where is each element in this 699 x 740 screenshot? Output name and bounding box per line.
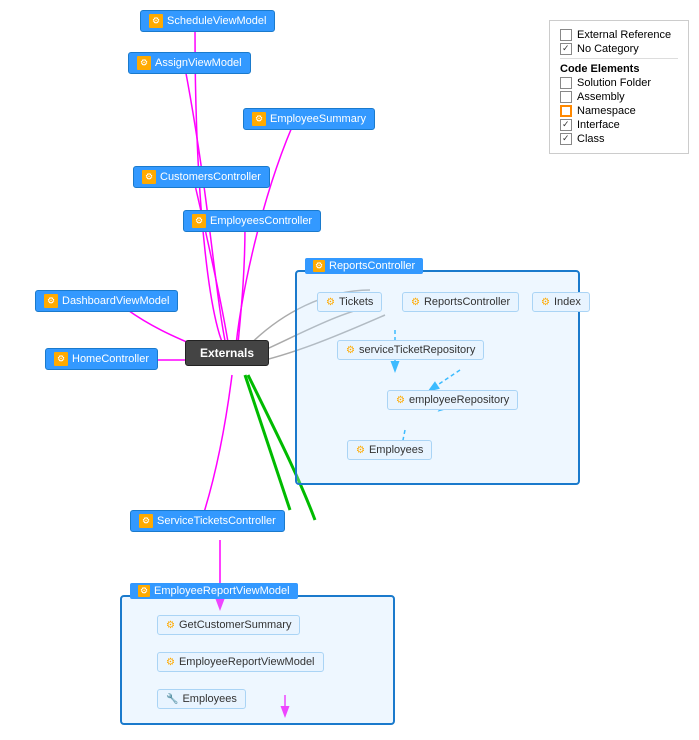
- employee-report-icon: [138, 585, 150, 597]
- assign-view-model-label: AssignViewModel: [155, 57, 242, 69]
- employee-report-view-model-item[interactable]: ⚙ EmployeeReportViewModel: [157, 652, 324, 672]
- external-ref-checkbox[interactable]: [560, 29, 572, 41]
- reports-controller-item-icon: ⚙: [411, 297, 420, 308]
- service-tickets-controller-label: ServiceTicketsController: [157, 515, 276, 527]
- customers-controller-label: CustomersController: [160, 171, 261, 183]
- legend-panel: External Reference No Category Code Elem…: [549, 20, 689, 154]
- legend-assembly: Assembly: [560, 91, 678, 103]
- legend-no-category: No Category: [560, 43, 678, 55]
- legend-solution-folder: Solution Folder: [560, 77, 678, 89]
- legend-external-ref: External Reference: [560, 29, 678, 41]
- employees-item[interactable]: 🔧 Employees: [157, 689, 246, 709]
- legend-interface: Interface: [560, 119, 678, 131]
- reports-tickets-item[interactable]: ⚙ Tickets: [317, 292, 382, 312]
- employee-repo-icon: ⚙: [396, 395, 405, 406]
- get-customer-summary-icon: ⚙: [166, 620, 175, 631]
- customers-controller-node[interactable]: CustomersController: [133, 166, 270, 188]
- solution-folder-label: Solution Folder: [577, 77, 651, 89]
- employees-wrench-icon: 🔧: [166, 694, 178, 705]
- home-controller-label: HomeController: [72, 353, 149, 365]
- home-controller-node[interactable]: HomeController: [45, 348, 158, 370]
- reports-employees-icon: ⚙: [356, 445, 365, 456]
- service-ticket-repo-icon: ⚙: [346, 345, 355, 356]
- legend-class: Class: [560, 133, 678, 145]
- assembly-checkbox[interactable]: [560, 91, 572, 103]
- node-icon-employees-controller: [192, 214, 206, 228]
- employee-summary-node[interactable]: EmployeeSummary: [243, 108, 375, 130]
- assembly-label: Assembly: [577, 91, 625, 103]
- employee-repo-item[interactable]: ⚙ employeeRepository: [387, 390, 518, 410]
- employees-controller-label: EmployeesController: [210, 215, 312, 227]
- index-icon: ⚙: [541, 297, 550, 308]
- schedule-view-model-node[interactable]: ScheduleViewModel: [140, 10, 275, 32]
- employee-report-vm-icon: ⚙: [166, 657, 175, 668]
- assign-view-model-node[interactable]: AssignViewModel: [128, 52, 251, 74]
- externals-node[interactable]: Externals: [185, 340, 269, 366]
- reports-controller-item[interactable]: ⚙ ReportsController: [402, 292, 519, 312]
- reports-controller-icon: [313, 260, 325, 272]
- class-label: Class: [577, 133, 605, 145]
- dashboard-view-model-node[interactable]: DashboardViewModel: [35, 290, 178, 312]
- legend-namespace: Namespace: [560, 105, 678, 117]
- node-icon-assign: [137, 56, 151, 70]
- node-icon-dashboard: [44, 294, 58, 308]
- service-tickets-controller-node[interactable]: ServiceTicketsController: [130, 510, 285, 532]
- reports-controller-title[interactable]: ReportsController: [305, 258, 423, 274]
- schedule-view-model-label: ScheduleViewModel: [167, 15, 266, 27]
- namespace-label: Namespace: [577, 105, 636, 117]
- reports-controller-box: ReportsController ⚙ Tickets ⚙ ReportsCon…: [295, 270, 580, 485]
- reports-index-item[interactable]: ⚙ Index: [532, 292, 590, 312]
- interface-label: Interface: [577, 119, 620, 131]
- get-customer-summary-item[interactable]: ⚙ GetCustomerSummary: [157, 615, 300, 635]
- node-icon-employee-summary: [252, 112, 266, 126]
- no-category-checkbox[interactable]: [560, 43, 572, 55]
- node-icon-service-tickets: [139, 514, 153, 528]
- class-checkbox[interactable]: [560, 133, 572, 145]
- node-icon-home: [54, 352, 68, 366]
- tickets-icon: ⚙: [326, 297, 335, 308]
- node-icon-customers: [142, 170, 156, 184]
- code-elements-section: Code Elements: [560, 63, 678, 75]
- interface-checkbox[interactable]: [560, 119, 572, 131]
- reports-employees-item[interactable]: ⚙ Employees: [347, 440, 432, 460]
- solution-folder-checkbox[interactable]: [560, 77, 572, 89]
- employees-controller-node[interactable]: EmployeesController: [183, 210, 321, 232]
- external-ref-label: External Reference: [577, 29, 671, 41]
- employee-report-box: EmployeeReportViewModel ⚙ GetCustomerSum…: [120, 595, 395, 725]
- externals-label: Externals: [200, 346, 254, 360]
- no-category-label: No Category: [577, 43, 639, 55]
- service-ticket-repo-item[interactable]: ⚙ serviceTicketRepository: [337, 340, 484, 360]
- employee-summary-label: EmployeeSummary: [270, 113, 366, 125]
- node-icon-schedule: [149, 14, 163, 28]
- dashboard-view-model-label: DashboardViewModel: [62, 295, 169, 307]
- namespace-checkbox[interactable]: [560, 105, 572, 117]
- employee-report-title[interactable]: EmployeeReportViewModel: [130, 583, 298, 599]
